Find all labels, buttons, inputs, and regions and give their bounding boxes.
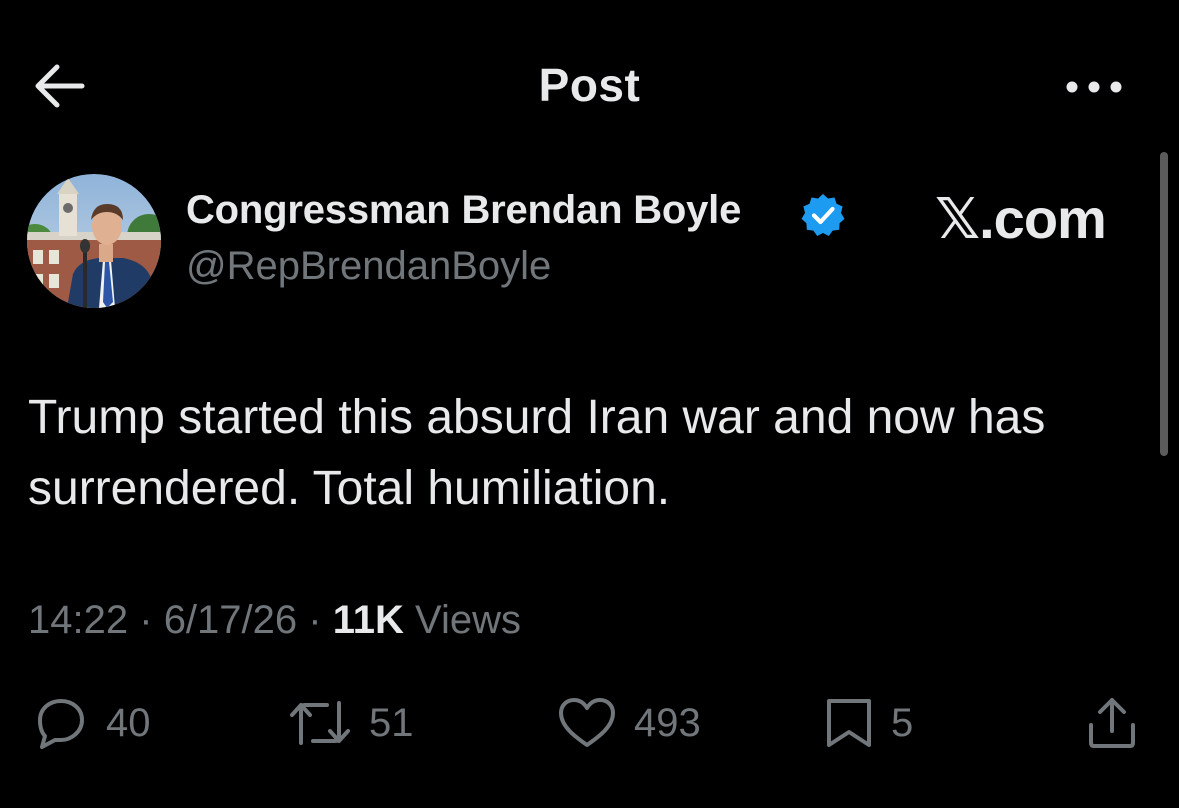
post-text: Trump started this absurd Iran war and n… [28, 391, 1046, 515]
reply-button[interactable]: 40 [30, 695, 151, 751]
scrollbar[interactable] [1160, 152, 1168, 456]
more-options-button[interactable] [1062, 70, 1126, 104]
meta-separator: · [139, 598, 153, 642]
watermark-text: 𝕏.com [935, 187, 1107, 250]
heart-icon [559, 698, 615, 747]
avatar[interactable] [27, 174, 161, 308]
post-metadata: 14:22 · 6/17/26 · 11K Views [28, 598, 521, 643]
post-date: 6/17/26 [163, 598, 298, 642]
share-icon [1089, 698, 1135, 748]
post-screen: Post Congressman Brendan Boyle @RepBrend… [0, 0, 1179, 808]
verified-badge-icon [801, 194, 845, 236]
like-button[interactable]: 493 [556, 695, 701, 751]
bookmark-count: 5 [891, 700, 914, 745]
views-label[interactable]: Views [415, 598, 521, 642]
bookmark-button[interactable]: 5 [823, 695, 913, 751]
repost-icon [290, 701, 350, 745]
author-display-name[interactable]: Congressman Brendan Boyle [186, 188, 741, 233]
repost-button[interactable]: 51 [287, 695, 414, 751]
author-handle[interactable]: @RepBrendanBoyle [186, 244, 551, 289]
avatar-photo [27, 174, 161, 308]
meta-separator: · [308, 598, 322, 642]
repost-count: 51 [369, 700, 414, 745]
more-horizontal-icon [1066, 81, 1122, 93]
bookmark-icon [827, 699, 871, 747]
views-count[interactable]: 11K [333, 598, 404, 642]
post-time: 14:22 [28, 598, 129, 642]
share-button[interactable] [1084, 695, 1140, 751]
page-title: Post [538, 59, 641, 111]
reply-icon [38, 699, 84, 749]
like-count: 493 [634, 700, 701, 745]
reply-count: 40 [106, 700, 151, 745]
